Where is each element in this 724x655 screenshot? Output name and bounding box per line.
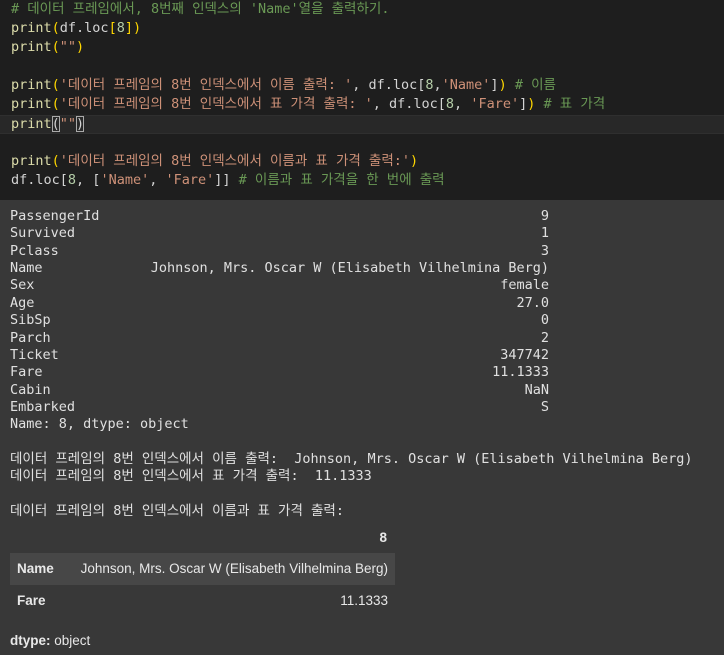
series-key: Name: [10, 260, 43, 276]
index-number: 8: [67, 172, 77, 188]
paren: ): [410, 153, 419, 169]
series-value: 1: [540, 225, 549, 241]
print-output-fare: 데이터 프레임의 8번 인덱스에서 표 가격 출력: 11.1333: [10, 468, 372, 484]
string-literal: "": [59, 116, 77, 132]
series-key: SibSp: [10, 312, 51, 328]
series-key: Cabin: [10, 382, 51, 398]
df-loc: , df.loc[: [372, 96, 446, 112]
code-line-4: print('데이터 프레임의 8번 인덱스에서 이름 출력: ', df.lo…: [11, 76, 556, 95]
row-index: Fare: [17, 593, 46, 608]
print-keyword: print: [11, 153, 52, 169]
row-index: Name: [17, 561, 54, 576]
bracket: ]]: [214, 172, 231, 188]
dtype-footer: dtype: object: [10, 633, 90, 648]
bracket: ]: [490, 77, 499, 93]
row-value: 11.1333: [340, 593, 388, 608]
separator: ,: [433, 77, 442, 93]
index-number: 8: [445, 96, 455, 112]
separator: ,: [454, 96, 471, 112]
paren: (: [51, 39, 60, 55]
series-value: Johnson, Mrs. Oscar W (Elisabeth Vilhelm…: [150, 260, 549, 276]
matched-paren: (: [51, 116, 60, 132]
print-keyword: print: [11, 77, 52, 93]
current-line-highlight: [0, 115, 724, 134]
bracket: [: [108, 20, 117, 36]
paren: (: [51, 20, 60, 36]
string-literal: '데이터 프레임의 8번 인덱스에서 표 가격 출력: ': [59, 96, 373, 112]
bracket: ]: [519, 96, 528, 112]
code-line-9: df.loc[8, ['Name', 'Fare']] # 이름과 표 가격을 …: [11, 171, 445, 190]
series-value: 0: [540, 312, 549, 328]
code-cell[interactable]: # 데이터 프레임에서, 8번째 인덱스의 'Name'열을 출력하기. pri…: [0, 0, 724, 200]
series-key: Fare: [10, 364, 43, 380]
series-value: 347742: [500, 347, 549, 363]
print-keyword: print: [11, 20, 52, 36]
paren: ): [132, 20, 142, 36]
string-literal: "": [59, 39, 77, 55]
string-literal: '데이터 프레임의 8번 인덱스에서 이름 출력: ': [59, 77, 353, 93]
column-header: 8: [379, 530, 387, 545]
series-key: Survived: [10, 225, 76, 241]
series-value: 11.1333: [492, 364, 549, 380]
series-key: Pclass: [10, 243, 59, 259]
print-keyword: print: [11, 116, 52, 132]
series-value: 3: [540, 243, 549, 259]
bracket: ]: [124, 20, 133, 36]
string-literal: 'Name': [441, 77, 491, 93]
row-value: Johnson, Mrs. Oscar W (Elisabeth Vilhelm…: [80, 561, 388, 576]
series-value: female: [500, 277, 549, 293]
table-row: Fare 11.1333: [10, 585, 395, 617]
paren: (: [51, 96, 60, 112]
print-output-name: 데이터 프레임의 8번 인덱스에서 이름 출력: Johnson, Mrs. O…: [10, 451, 693, 467]
series-key: PassengerId: [10, 208, 100, 224]
paren: (: [51, 77, 60, 93]
series-value: NaN: [524, 382, 549, 398]
paren: (: [51, 153, 60, 169]
series-key: Sex: [10, 277, 35, 293]
string-literal: 'Name': [100, 172, 150, 188]
index-number: 8: [425, 77, 434, 93]
paren: ): [76, 39, 85, 55]
print-keyword: print: [11, 96, 52, 112]
series-key: Parch: [10, 330, 51, 346]
series-footer: Name: 8, dtype: object: [10, 416, 189, 432]
separator: , [: [76, 172, 101, 188]
dtype-label: dtype:: [10, 633, 51, 648]
print-output-both: 데이터 프레임의 8번 인덱스에서 이름과 표 가격 출력:: [10, 503, 344, 519]
code-line-1: # 데이터 프레임에서, 8번째 인덱스의 'Name'열을 출력하기.: [11, 0, 389, 19]
df-loc: df.loc: [59, 20, 109, 36]
code-comment: # 이름: [514, 77, 556, 93]
series-value: 2: [540, 330, 549, 346]
code-line-6: print(""): [11, 115, 85, 134]
series-value: S: [540, 399, 549, 415]
series-key: Age: [10, 295, 35, 311]
code-line-8: print('데이터 프레임의 8번 인덱스에서 이름과 표 가격 출력:'): [11, 152, 418, 171]
code-comment: # 데이터 프레임에서, 8번째 인덱스의 'Name'열을 출력하기.: [11, 1, 390, 17]
code-comment: # 이름과 표 가격을 한 번에 출력: [238, 172, 445, 188]
table-row: Name Johnson, Mrs. Oscar W (Elisabeth Vi…: [10, 553, 395, 585]
string-literal: 'Fare': [470, 96, 520, 112]
paren: ): [498, 77, 507, 93]
string-literal: '데이터 프레임의 8번 인덱스에서 이름과 표 가격 출력:': [59, 153, 411, 169]
series-key: Embarked: [10, 399, 76, 415]
series-key: Ticket: [10, 347, 59, 363]
code-line-3: print(""): [11, 38, 84, 57]
df-loc: df.loc[: [11, 172, 68, 188]
code-comment: # 표 가격: [543, 96, 606, 112]
string-literal: 'Fare': [165, 172, 215, 188]
code-line-2: print(df.loc[8]): [11, 19, 141, 38]
print-keyword: print: [11, 39, 52, 55]
dtype-value: object: [50, 633, 91, 648]
matched-paren: ): [76, 116, 85, 132]
df-loc: , df.loc[: [352, 77, 426, 93]
code-line-5: print('데이터 프레임의 8번 인덱스에서 표 가격 출력: ', df.…: [11, 95, 605, 114]
series-value: 9: [540, 208, 549, 224]
index-number: 8: [116, 20, 125, 36]
series-value: 27.0: [516, 295, 549, 311]
separator: ,: [149, 172, 166, 188]
